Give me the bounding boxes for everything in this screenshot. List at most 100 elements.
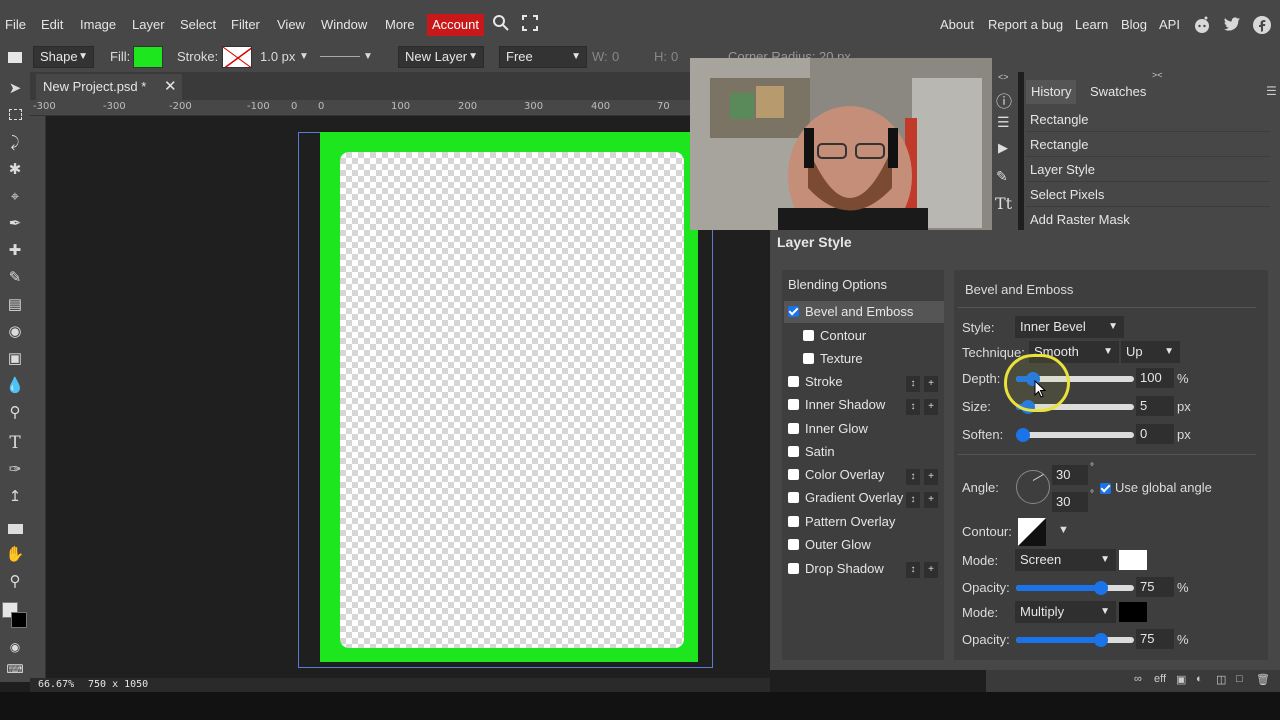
effect-stroke[interactable]: Stroke	[788, 371, 843, 393]
history-item[interactable]: Layer Style	[1026, 158, 1270, 182]
add-effect-button[interactable]: +	[924, 469, 938, 485]
actions-icon[interactable]: ▶	[998, 140, 1008, 156]
history-item[interactable]: Rectangle	[1026, 108, 1270, 132]
reorder-icon[interactable]: ↕	[906, 399, 920, 415]
highlight-mode-select[interactable]: Screen ▼	[1015, 549, 1116, 571]
mask-icon[interactable]: ▣	[1176, 673, 1186, 686]
link-api[interactable]: API	[1159, 0, 1180, 44]
texture-checkbox[interactable]	[803, 353, 814, 364]
angle-input[interactable]: 30	[1052, 465, 1088, 485]
shadow-mode-select[interactable]: Multiply ▼	[1015, 601, 1116, 623]
altitude-input[interactable]: 30	[1052, 492, 1088, 512]
menu-window[interactable]: Window	[321, 0, 367, 44]
add-effect-button[interactable]: +	[924, 492, 938, 508]
gradient-tool-icon[interactable]: ▣	[4, 348, 26, 370]
collapse-icon[interactable]: <>	[998, 72, 1009, 82]
add-effect-button[interactable]: +	[924, 399, 938, 415]
effect-pattern-overlay[interactable]: Pattern Overlay	[788, 511, 895, 533]
trash-icon[interactable]: 🗑	[1256, 673, 1270, 686]
menu-filter[interactable]: Filter	[231, 0, 260, 44]
layer-style-title[interactable]: Layer Style	[770, 230, 1280, 256]
stroke-color-swatch[interactable]	[222, 46, 252, 68]
search-icon[interactable]	[492, 14, 510, 36]
properties-icon[interactable]: ☰	[997, 114, 1010, 131]
gradient-overlay-checkbox[interactable]	[788, 492, 799, 503]
zoom-tool-icon[interactable]: ⚲	[4, 571, 26, 593]
effect-color-overlay[interactable]: Color Overlay	[788, 464, 884, 486]
stroke-style-dropdown-icon[interactable]: ▼	[363, 51, 373, 62]
brush-tool-icon[interactable]: ✎	[4, 267, 26, 289]
tab-swatches[interactable]: Swatches	[1085, 80, 1151, 104]
zoom-level[interactable]: 66.67%	[38, 679, 74, 690]
style-select[interactable]: Inner Bevel ▼	[1015, 316, 1124, 338]
effect-bevel-emboss[interactable]: Bevel and Emboss	[784, 301, 944, 323]
stroke-checkbox[interactable]	[788, 376, 799, 387]
height-input[interactable]: 0	[671, 49, 678, 64]
brush-settings-icon[interactable]: ✎	[996, 168, 1008, 185]
direction-select[interactable]: Up ▼	[1121, 341, 1180, 363]
folder-icon[interactable]: ◫	[1216, 673, 1226, 686]
menu-more[interactable]: More	[385, 0, 415, 44]
adjustment-icon[interactable]: ◐	[1196, 673, 1203, 685]
stamp-tool-icon[interactable]: ▤	[4, 294, 26, 316]
move-tool-icon[interactable]: ➤	[4, 78, 26, 100]
contour-dropdown-icon[interactable]: ▼	[1058, 524, 1069, 536]
dodge-tool-icon[interactable]: ⚲	[4, 402, 26, 424]
info-icon[interactable]: ⓘ	[996, 88, 1012, 112]
inner-shadow-checkbox[interactable]	[788, 399, 799, 410]
reddit-icon[interactable]	[1192, 15, 1212, 35]
reorder-icon[interactable]: ↕	[906, 376, 920, 392]
stroke-style-icon[interactable]	[320, 56, 360, 57]
lasso-tool-icon[interactable]: ⤸	[4, 132, 26, 154]
link-learn[interactable]: Learn	[1075, 0, 1108, 44]
menu-select[interactable]: Select	[180, 0, 216, 44]
depth-input[interactable]: 100	[1136, 368, 1174, 388]
document-tab[interactable]: New Project.psd * ✕	[36, 74, 182, 100]
fullscreen-icon[interactable]	[521, 14, 539, 36]
layer-mode-select[interactable]: New Layer ▼	[398, 46, 484, 68]
reorder-icon[interactable]: ↕	[906, 492, 920, 508]
effect-texture[interactable]: Texture	[803, 348, 863, 370]
stroke-width-dropdown-icon[interactable]: ▼	[299, 51, 309, 62]
shadow-color-swatch[interactable]	[1119, 602, 1147, 622]
add-effect-button[interactable]: +	[924, 562, 938, 578]
highlight-opacity-input[interactable]: 75	[1136, 577, 1174, 597]
effect-inner-glow[interactable]: Inner Glow	[788, 418, 868, 440]
effect-outer-glow[interactable]: Outer Glow	[788, 534, 871, 556]
effect-contour[interactable]: Contour	[803, 325, 866, 347]
history-item[interactable]: Select Pixels	[1026, 183, 1270, 207]
effect-satin[interactable]: Satin	[788, 441, 835, 463]
stroke-width[interactable]: 1.0 px	[260, 49, 295, 64]
satin-checkbox[interactable]	[788, 446, 799, 457]
effects-icon[interactable]: eff	[1154, 673, 1166, 685]
link-blog[interactable]: Blog	[1121, 0, 1147, 44]
shadow-opacity-slider[interactable]	[1016, 633, 1134, 647]
menu-image[interactable]: Image	[80, 0, 116, 44]
marquee-tool-icon[interactable]	[4, 105, 26, 127]
angle-dial[interactable]	[1016, 470, 1050, 504]
crop-tool-icon[interactable]: ⌖	[4, 186, 26, 208]
expand-panel-icon[interactable]: ><	[1152, 70, 1163, 80]
link-about[interactable]: About	[940, 0, 974, 44]
screen-mode-icon[interactable]: ⌨	[4, 658, 26, 680]
blending-options-item[interactable]: Blending Options	[788, 274, 887, 296]
outer-glow-checkbox[interactable]	[788, 539, 799, 550]
effect-drop-shadow[interactable]: Drop Shadow	[788, 558, 884, 580]
account-button[interactable]: Account	[427, 14, 484, 36]
reorder-icon[interactable]: ↕	[906, 562, 920, 578]
highlight-opacity-slider[interactable]	[1016, 581, 1134, 595]
quick-mask-icon[interactable]: ◉	[4, 636, 26, 658]
constraint-select[interactable]: Free ▼	[499, 46, 587, 68]
transparent-area[interactable]	[340, 152, 684, 648]
new-layer-icon[interactable]: □	[1236, 673, 1243, 685]
history-item[interactable]: Add Raster Mask	[1026, 208, 1270, 232]
shape-tool-icon[interactable]	[4, 519, 26, 541]
shape-select[interactable]: Shape ▼	[33, 46, 94, 68]
character-icon[interactable]: Tt	[995, 194, 1012, 213]
shadow-opacity-input[interactable]: 75	[1136, 629, 1174, 649]
reorder-icon[interactable]: ↕	[906, 469, 920, 485]
close-tab-icon[interactable]: ✕	[164, 74, 177, 100]
pen-tool-icon[interactable]: ✑	[4, 459, 26, 481]
menu-view[interactable]: View	[277, 0, 305, 44]
pattern-overlay-checkbox[interactable]	[788, 516, 799, 527]
